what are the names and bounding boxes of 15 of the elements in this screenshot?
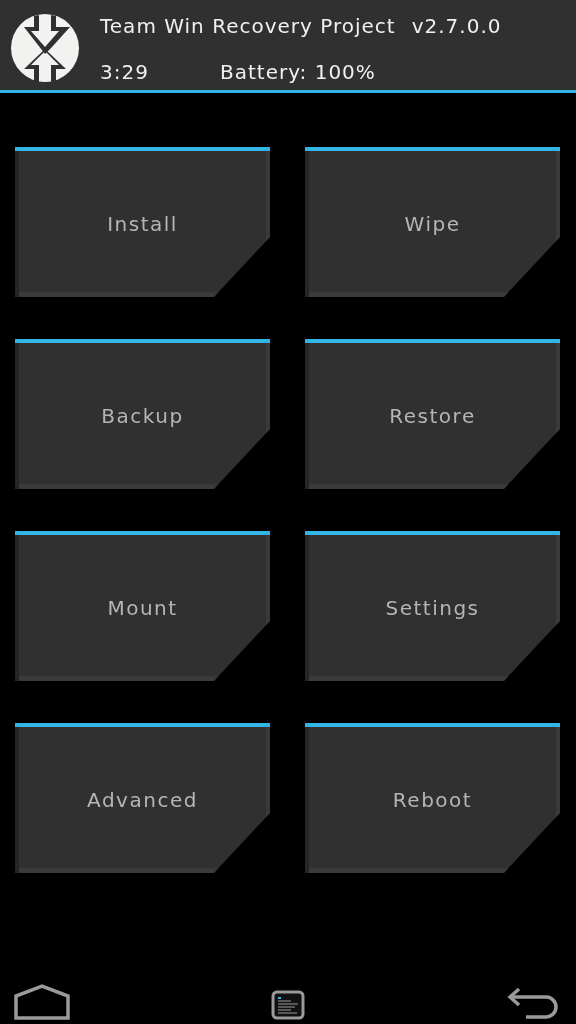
menu-button[interactable]: Restore xyxy=(305,339,560,489)
battery-text: Battery: 100% xyxy=(220,60,376,84)
menu-button[interactable]: Advanced xyxy=(15,723,270,873)
console-icon[interactable] xyxy=(271,990,305,1020)
version-text: v2.7.0.0 xyxy=(411,14,502,38)
clock-text: 3:29 xyxy=(100,60,150,84)
home-icon[interactable] xyxy=(14,984,70,1020)
logo-icon xyxy=(10,13,80,83)
app-title: Team Win Recovery Project xyxy=(100,14,396,38)
menu-button[interactable]: Reboot xyxy=(305,723,560,873)
menu-button[interactable]: Install xyxy=(15,147,270,297)
menu-button[interactable]: Mount xyxy=(15,531,270,681)
menu-button[interactable]: Backup xyxy=(15,339,270,489)
menu-button[interactable]: Settings xyxy=(305,531,560,681)
menu-button[interactable]: Wipe xyxy=(305,147,560,297)
